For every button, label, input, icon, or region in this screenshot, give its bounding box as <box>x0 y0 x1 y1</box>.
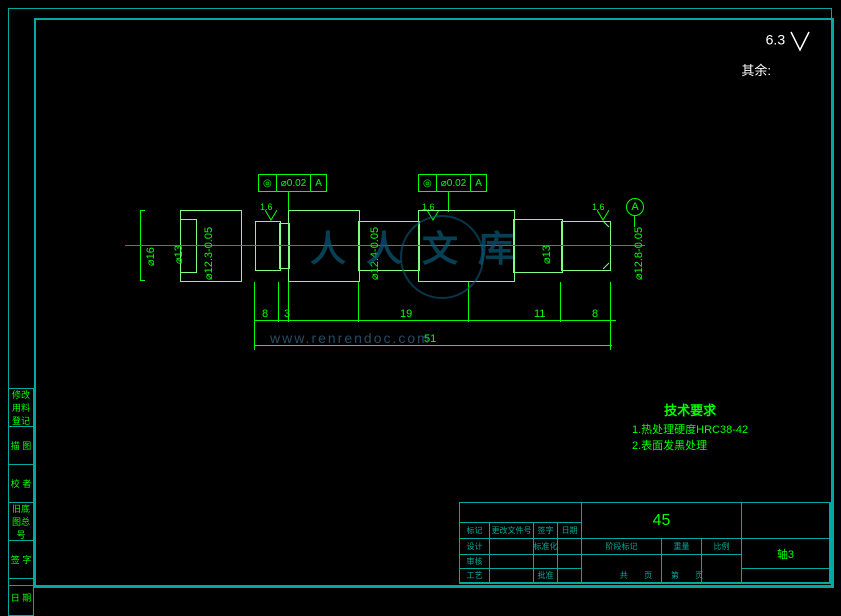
dia-12-8: ⌀12.8-0.05 <box>632 227 645 280</box>
fcf2-datum: A <box>471 175 486 191</box>
datum-label: A <box>626 198 644 216</box>
left-label-strip: 修改用料登记 描 图 校 者 旧底图总号 签 字 日 期 <box>8 388 34 616</box>
strip-5: 签 字 <box>8 540 34 578</box>
fcf2-tol: ⌀0.02 <box>437 175 471 191</box>
tb-h-std: 标准化 <box>534 539 558 555</box>
dia-13a: ⌀13 <box>172 245 185 264</box>
cad-canvas: 6.3 其余: ◎ ⌀0.02 A ◎ ⌀0.02 A 1.6 1.6 1.6 … <box>0 0 841 594</box>
strip-3: 校 者 <box>8 464 34 502</box>
tech-line2: 2.表面发黑处理 <box>632 438 748 454</box>
tb-h-wt: 重量 <box>662 539 702 555</box>
fcf1-leader <box>288 192 289 212</box>
tb-sheet: 共 页 第 页 <box>582 569 742 583</box>
tb-material: 45 <box>582 503 742 539</box>
tb-h-scale: 比例 <box>702 539 742 555</box>
fcf-2: ◎ ⌀0.02 A <box>418 174 487 192</box>
len-11: 11 <box>534 308 545 320</box>
tb-partname: 轴3 <box>742 539 830 569</box>
tb-h-design: 设计 <box>460 539 490 555</box>
surface-finish-symbol: 6.3 <box>766 30 811 52</box>
sf-rest-label: 其余: <box>741 60 771 79</box>
tb-h-check: 审核 <box>460 555 490 569</box>
dim-row-1 <box>254 320 616 321</box>
titleblock: 45 标记 更改文件号 签字 日期 设计 标准化 阶段标记 重量 比例 轴3 审… <box>459 502 831 584</box>
tb-h-sig: 签字 <box>534 523 558 539</box>
watermark-url: www.renrendoc.com <box>270 330 431 346</box>
fcf2-leader <box>448 192 449 212</box>
fcf1-tol: ⌀0.02 <box>277 175 311 191</box>
fcf1-symbol: ◎ <box>259 175 277 191</box>
fcf-1: ◎ ⌀0.02 A <box>258 174 327 192</box>
tech-line1: 1.热处理硬度HRC38-42 <box>632 422 748 438</box>
dia-16: ⌀16 <box>144 247 157 266</box>
len-8b: 8 <box>592 308 598 320</box>
sf-value: 6.3 <box>766 32 785 48</box>
tb-h-date: 日期 <box>558 523 582 539</box>
tb-h-mark: 标记 <box>460 523 490 539</box>
finish-triangle-icon <box>789 30 811 52</box>
tech-title: 技术要求 <box>632 400 748 419</box>
fcf1-datum: A <box>311 175 326 191</box>
datum-A: A <box>626 198 644 216</box>
len-8a: 8 <box>262 308 268 320</box>
tb-h-approve2: 批准 <box>534 569 558 583</box>
strip-6: 日 期 <box>8 578 34 616</box>
tb-h-doc: 更改文件号 <box>490 523 534 539</box>
tb-h-stage: 阶段标记 <box>582 539 662 555</box>
tb-h-approve: 工艺 <box>460 569 490 583</box>
len-19: 19 <box>400 308 412 320</box>
strip-4: 旧底图总号 <box>8 502 34 540</box>
strip-1: 修改用料登记 <box>8 388 34 426</box>
fcf2-symbol: ◎ <box>419 175 437 191</box>
tech-requirements: 技术要求 1.热处理硬度HRC38-42 2.表面发黑处理 <box>632 400 748 454</box>
dia-13b: ⌀13 <box>540 245 553 264</box>
strip-2: 描 图 <box>8 426 34 464</box>
watermark-text: 人人文库 <box>310 220 534 272</box>
dia-12-3: ⌀12.3-0.05 <box>202 227 215 280</box>
